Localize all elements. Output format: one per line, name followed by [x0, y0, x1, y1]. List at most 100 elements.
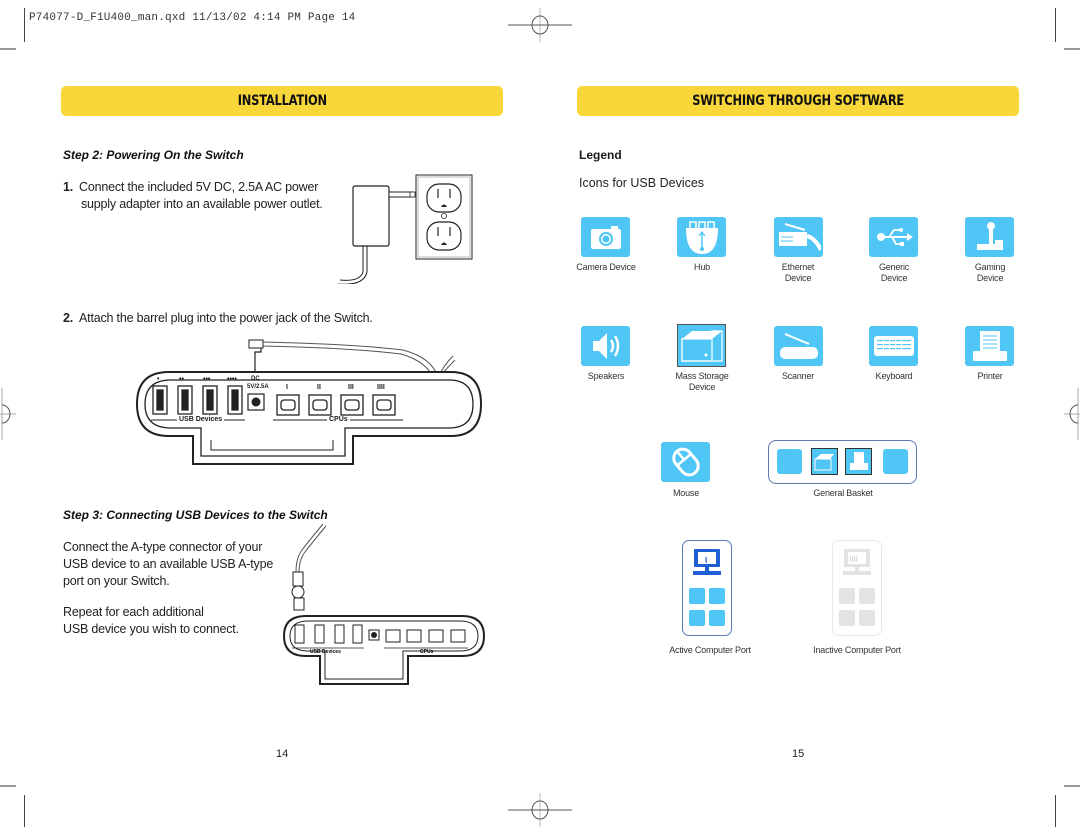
printer-icon [965, 326, 1014, 366]
port-slot [709, 588, 725, 604]
icon-label-ethernet: Ethernet Device [753, 262, 843, 284]
item-text: supply adapter into an available power o… [81, 197, 323, 211]
joystick-icon [965, 217, 1014, 257]
paragraph-line: Repeat for each additional [63, 605, 204, 619]
icon-label-mouse: Mouse [672, 488, 699, 498]
section-title: SWITCHING THROUGH SOFTWARE [692, 93, 904, 109]
port-mark-3: ••• [203, 376, 211, 383]
icon-label-mass-storage: Mass Storage Device [657, 371, 747, 393]
mouse-icon [661, 442, 710, 482]
port-slot [709, 610, 725, 626]
label-line: Device [784, 273, 812, 283]
crop-mark [1055, 795, 1056, 827]
active-computer-port: I [682, 540, 732, 636]
crop-mark [0, 48, 16, 50]
cpu-mark-2: II [317, 384, 321, 391]
crop-mark [24, 795, 25, 827]
item-text: Attach the barrel plug into the power ja… [79, 311, 373, 325]
step2-item-1: 1. Connect the included 5V DC, 2.5A AC po… [63, 179, 323, 213]
legend-subtitle: Icons for USB Devices [579, 176, 705, 190]
section-banner-installation: INSTALLATION [61, 86, 503, 116]
paragraph-line: Connect the A-type connector of your [63, 540, 263, 554]
paragraph-line: USB device you wish to connect. [63, 622, 239, 636]
cpus-label: CPUs [327, 416, 350, 423]
label-line: Hub [694, 262, 710, 272]
keyboard-icon [869, 326, 918, 366]
port-slot [859, 610, 875, 626]
basket-label: General Basket [813, 488, 873, 498]
mass-storage-icon [811, 448, 838, 475]
label-line: Mass Storage [675, 371, 729, 381]
label-line: Device [880, 273, 908, 283]
icon-label-printer: Printer [945, 371, 1035, 382]
basket-slot-empty [883, 449, 908, 474]
step2-title: Step 2: Powering On the Switch [63, 148, 244, 162]
label-line: Printer [977, 371, 1003, 381]
paragraph-line: port on your Switch. [63, 574, 170, 588]
label-line: Device [688, 382, 716, 392]
crop-mark [1064, 48, 1080, 50]
power-adapter-illustration [338, 174, 473, 284]
port-mark-4: •••• [227, 376, 237, 383]
dc-rating: 5V/2.5A [247, 384, 269, 390]
print-slug: P74077-D_F1U400_man.qxd 11/13/02 4:14 PM… [29, 12, 356, 24]
printer-icon [845, 448, 872, 475]
label-line: Ethernet [781, 262, 815, 272]
usb-generic-icon [869, 217, 918, 257]
item-number: 1. [63, 180, 74, 194]
step2-item-2: 2. Attach the barrel plug into the power … [63, 310, 373, 327]
registration-mark-bottom [508, 793, 572, 827]
registration-mark-left [0, 388, 16, 440]
mass-storage-icon [677, 324, 726, 367]
active-port-label: Active Computer Port [669, 645, 751, 655]
crop-mark [1064, 785, 1080, 787]
speaker-icon [581, 326, 630, 366]
hub-icon [677, 217, 726, 257]
scanner-icon [774, 326, 823, 366]
port-slot [839, 610, 855, 626]
label-line: Speakers [587, 371, 625, 381]
section-title: INSTALLATION [237, 93, 327, 109]
cpu-mark-1: I [286, 384, 288, 391]
port-slot [859, 588, 875, 604]
registration-mark-top [508, 8, 572, 42]
page-number-right: 15 [792, 748, 805, 760]
item-number: 2. [63, 311, 74, 325]
port-slot [689, 588, 705, 604]
item-text: Connect the included 5V DC, 2.5A AC powe… [79, 180, 319, 194]
cpu-mark-3: III [348, 384, 354, 391]
paragraph-line: USB device to an available USB A-type [63, 557, 274, 571]
label-line: Camera Device [576, 262, 636, 272]
registration-mark-right [1064, 388, 1080, 440]
basket-slot-empty [777, 449, 802, 474]
port-mark-1: • [157, 376, 160, 383]
inactive-port-label: Inactive Computer Port [813, 645, 901, 655]
usb-devices-label: USB Devices [177, 416, 225, 423]
label-line: Scanner [781, 371, 815, 381]
step3-paragraph-2: Repeat for each additional USB device yo… [63, 604, 239, 638]
step3-title: Step 3: Connecting USB Devices to the Sw… [63, 508, 328, 522]
label-line: Keyboard [875, 371, 913, 381]
icon-label-hub: Hub [657, 262, 747, 273]
port-slot [689, 610, 705, 626]
label-line: Device [976, 273, 1004, 283]
camera-icon [581, 217, 630, 257]
usb-a-ports [151, 385, 403, 421]
port-number: I [705, 556, 708, 565]
icon-label-gaming: Gaming Device [945, 262, 1035, 284]
section-banner-switching: SWITCHING THROUGH SOFTWARE [577, 86, 1019, 116]
port-mark-2: •• [179, 376, 184, 383]
icon-label-scanner: Scanner [753, 371, 843, 382]
icon-label-camera: Camera Device [561, 262, 651, 273]
dc-label: DC [251, 376, 260, 382]
general-basket [768, 440, 917, 484]
ethernet-icon [774, 217, 823, 257]
icon-label-keyboard: Keyboard [849, 371, 939, 382]
crop-mark [1055, 8, 1056, 42]
icon-label-generic: Generic Device [849, 262, 939, 284]
svg-text:USB Devices: USB Devices [310, 649, 341, 655]
step3-paragraph-1: Connect the A-type connector of your USB… [63, 539, 273, 590]
crop-mark [0, 785, 16, 787]
page-number-left: 14 [276, 748, 289, 760]
legend-title: Legend [579, 148, 622, 162]
